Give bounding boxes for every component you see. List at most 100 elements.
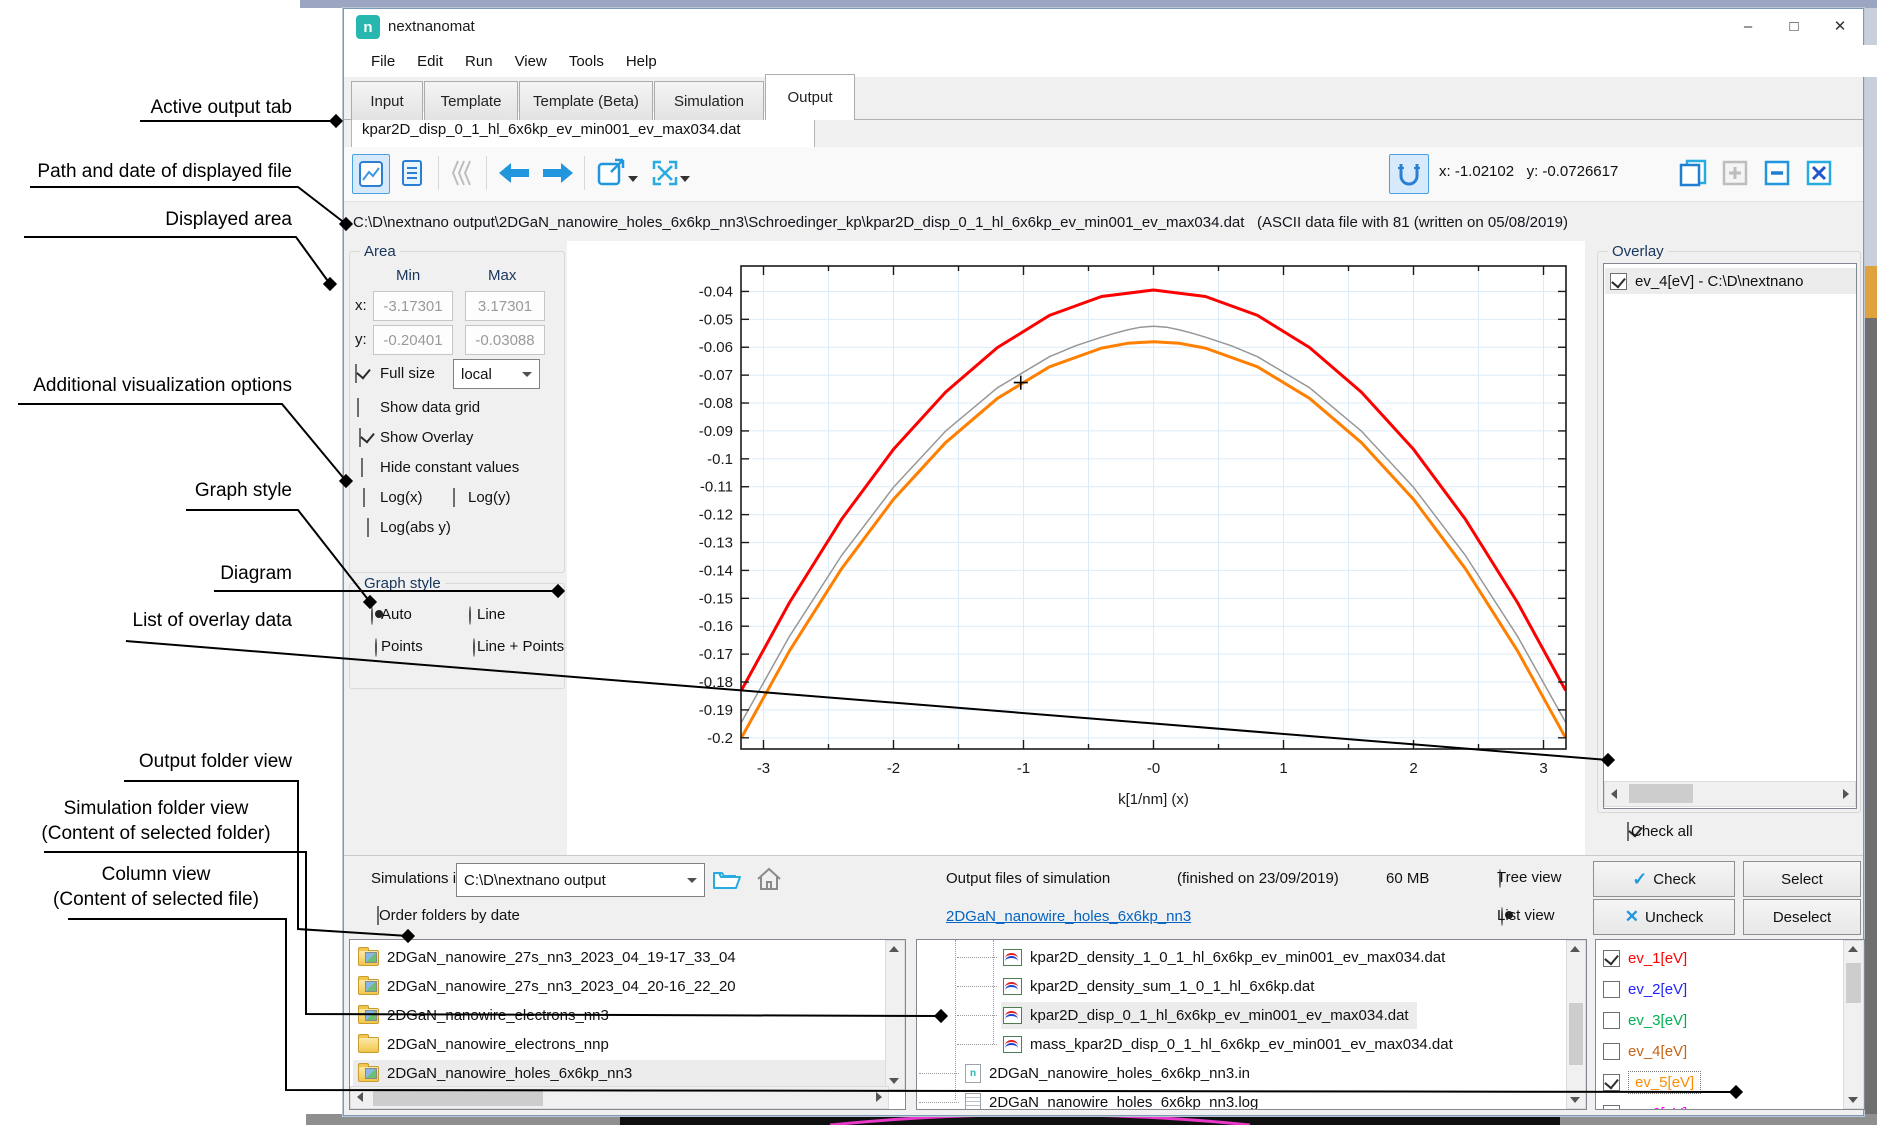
tab-template-beta-[interactable]: Template (Beta) <box>519 81 653 120</box>
column-checkbox[interactable] <box>1603 1105 1620 1110</box>
browse-folder-button[interactable] <box>709 863 745 895</box>
plot-view-button[interactable] <box>352 154 390 194</box>
navigate-forward-button[interactable] <box>538 154 578 192</box>
simulations-path-select[interactable]: C:\D\nextnano output <box>456 863 705 897</box>
folder-row[interactable]: 2DGaN_nanowire_electrons_nnp <box>353 1031 888 1058</box>
duplicate-plot-button[interactable] <box>1674 154 1712 192</box>
simulation-folder-link[interactable]: 2DGaN_nanowire_holes_6x6kp_nn3 <box>946 908 1191 925</box>
column-row[interactable]: ev_4[eV] <box>1600 1037 1838 1066</box>
overlay-hscroll-thumb[interactable] <box>1629 784 1693 803</box>
overlay-list[interactable]: ev_4[eV] - C:\D\nextnano <box>1603 263 1857 809</box>
close-button[interactable]: ✕ <box>1817 9 1863 43</box>
deselect-button[interactable]: Deselect <box>1743 899 1861 935</box>
menu-view[interactable]: View <box>504 49 558 74</box>
graph-style-auto-radio[interactable] <box>371 606 373 625</box>
column-checkbox[interactable] <box>1603 1012 1620 1029</box>
overlay-item-checkbox[interactable] <box>1610 273 1627 290</box>
maximize-button[interactable]: □ <box>1771 9 1817 43</box>
hide-constant-values-checkbox[interactable] <box>361 458 363 477</box>
scope-select[interactable]: local <box>453 359 540 389</box>
check-button[interactable]: ✓ Check <box>1593 861 1735 897</box>
column-checkbox[interactable] <box>1603 1074 1620 1091</box>
y-max-field[interactable] <box>465 325 545 355</box>
overlay-item[interactable]: ev_4[eV] - C:\D\nextnano <box>1605 268 1857 294</box>
file-vscroll-down-arrow[interactable] <box>1570 1097 1580 1103</box>
file-vscrollbar[interactable] <box>1566 940 1586 1109</box>
file-row[interactable]: 2DGaN_nanowire_holes_6x6kp_nn3.log <box>963 1089 1266 1110</box>
column-vscroll-thumb[interactable] <box>1846 963 1861 1003</box>
add-plot-button[interactable] <box>1716 154 1754 192</box>
home-folder-button[interactable] <box>751 863 787 895</box>
menu-run[interactable]: Run <box>454 49 504 74</box>
report-view-button[interactable] <box>394 154 430 192</box>
pages-button[interactable] <box>444 154 482 192</box>
show-data-grid-checkbox[interactable] <box>357 398 359 417</box>
overlay-hscroll-left-arrow[interactable] <box>1611 789 1617 799</box>
menu-file[interactable]: File <box>360 49 406 74</box>
column-row[interactable]: ev_5[eV] <box>1600 1068 1838 1097</box>
navigate-back-button[interactable] <box>494 154 534 192</box>
uncheck-button[interactable]: ✕ Uncheck <box>1593 899 1735 935</box>
graph-style-line-points-radio[interactable] <box>473 638 475 657</box>
magnet-snap-button[interactable] <box>1389 154 1429 194</box>
fullscreen-button[interactable] <box>644 154 686 192</box>
full-size-checkbox[interactable] <box>355 364 357 383</box>
folder-row[interactable]: 2DGaN_nanowire_27s_nn3_2023_04_20-16_22_… <box>353 973 888 1000</box>
folder-row[interactable]: 2DGaN_nanowire_holes_6x6kp_nn3 <box>353 1060 888 1087</box>
x-min-field[interactable] <box>373 291 453 321</box>
folder-hscroll-left-arrow[interactable] <box>357 1092 363 1102</box>
file-row[interactable]: kpar2D_density_1_0_1_hl_6x6kp_ev_min001_… <box>1001 944 1453 971</box>
column-row[interactable]: ev_3[eV] <box>1600 1006 1838 1035</box>
column-checkbox[interactable] <box>1603 981 1620 998</box>
export-dropdown-caret[interactable] <box>628 176 638 182</box>
check-all-checkbox[interactable] <box>1627 822 1629 841</box>
file-vscroll-thumb[interactable] <box>1569 1003 1583 1065</box>
folder-hscroll-thumb[interactable] <box>373 1089 543 1106</box>
file-row[interactable]: kpar2D_disp_0_1_hl_6x6kp_ev_min001_ev_ma… <box>1001 1002 1417 1029</box>
folder-row[interactable]: 2DGaN_nanowire_electrons_nn3 <box>353 1002 888 1029</box>
folder-vscroll-down-arrow[interactable] <box>889 1078 899 1084</box>
tab-output[interactable]: Output <box>765 74 855 120</box>
column-checkbox[interactable] <box>1603 950 1620 967</box>
column-row[interactable]: ev_2[eV] <box>1600 975 1838 1004</box>
menu-edit[interactable]: Edit <box>406 49 454 74</box>
output-folder-list[interactable]: 2DGaN_nanowire_27s_nn3_2023_04_19-17_33_… <box>349 939 906 1110</box>
file-row[interactable]: kpar2D_density_sum_1_0_1_hl_6x6kp.dat <box>1001 973 1322 1000</box>
graph-style-line-radio[interactable] <box>469 606 471 625</box>
tab-template[interactable]: Template <box>424 81 518 120</box>
x-max-field[interactable] <box>465 291 545 321</box>
log-x-checkbox[interactable] <box>363 488 365 507</box>
fullscreen-dropdown-caret[interactable] <box>680 176 690 182</box>
folder-vscroll-up-arrow[interactable] <box>889 946 899 952</box>
column-vscroll-up-arrow[interactable] <box>1848 946 1858 952</box>
export-button[interactable] <box>592 154 634 192</box>
remove-plot-button[interactable] <box>1758 154 1796 192</box>
show-overlay-checkbox[interactable] <box>359 428 361 447</box>
file-row[interactable]: mass_kpar2D_disp_0_1_hl_6x6kp_ev_min001_… <box>1001 1031 1461 1058</box>
log-y-checkbox[interactable] <box>453 488 455 507</box>
folder-hscroll-right-arrow[interactable] <box>876 1092 882 1102</box>
tab-simulation[interactable]: Simulation <box>654 81 764 120</box>
plot-canvas[interactable]: -0.04-0.05-0.06-0.07-0.08-0.09-0.1-0.11-… <box>567 241 1585 855</box>
column-row[interactable]: ev_6[eV] <box>1600 1099 1838 1110</box>
simulation-file-list[interactable]: kpar2D_density_1_0_1_hl_6x6kp_ev_min001_… <box>916 939 1587 1110</box>
y-min-field[interactable] <box>373 325 453 355</box>
overlay-hscroll-right-arrow[interactable] <box>1843 789 1849 799</box>
folder-vscrollbar[interactable] <box>885 940 905 1090</box>
minimize-button[interactable]: – <box>1725 9 1771 43</box>
folder-row[interactable]: 2DGaN_nanowire_27s_nn3_2023_04_19-17_33_… <box>353 944 888 971</box>
title-bar[interactable]: n nextnanomat – □ ✕ <box>344 9 1863 45</box>
menu-help[interactable]: Help <box>615 49 668 74</box>
column-row[interactable]: ev_1[eV] <box>1600 944 1838 973</box>
tab-input[interactable]: Input <box>351 81 423 120</box>
file-vscroll-up-arrow[interactable] <box>1570 946 1580 952</box>
graph-style-points-radio[interactable] <box>375 638 377 657</box>
close-plot-button[interactable] <box>1800 154 1838 192</box>
column-vscrollbar[interactable] <box>1843 940 1864 1109</box>
select-button[interactable]: Select <box>1743 861 1861 897</box>
column-vscroll-down-arrow[interactable] <box>1848 1097 1858 1103</box>
folder-hscrollbar[interactable] <box>350 1086 889 1109</box>
column-checkbox[interactable] <box>1603 1043 1620 1060</box>
log-abs-y-checkbox[interactable] <box>367 518 369 537</box>
file-row[interactable]: n2DGaN_nanowire_holes_6x6kp_nn3.in <box>963 1060 1258 1087</box>
